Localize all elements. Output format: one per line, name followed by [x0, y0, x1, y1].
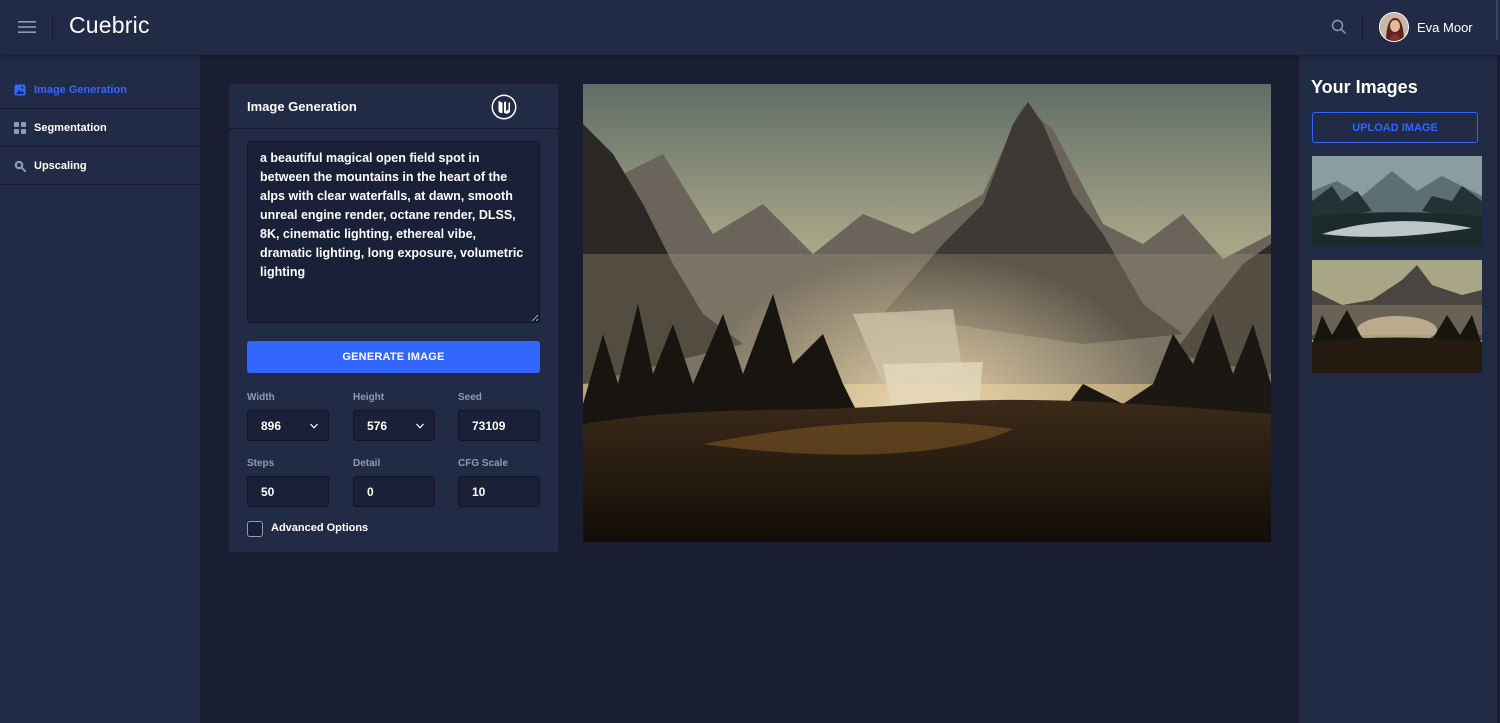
menu-icon[interactable] — [15, 16, 39, 38]
cfg-scale-input[interactable] — [458, 476, 540, 507]
sidebar-item-upscaling[interactable]: Upscaling — [0, 147, 200, 185]
chevron-down-icon — [416, 423, 424, 429]
zoom-icon — [14, 160, 26, 172]
detail-label: Detail — [353, 458, 381, 469]
advanced-options-checkbox[interactable] — [247, 521, 263, 537]
height-label: Height — [353, 392, 385, 403]
seed-label: Seed — [458, 392, 482, 403]
header-divider — [1362, 14, 1363, 40]
image-icon — [14, 84, 26, 96]
width-select[interactable]: 896 — [247, 410, 329, 441]
sidebar: Image Generation Segmentation Upscaling — [0, 55, 200, 723]
gallery-thumbnail[interactable] — [1312, 260, 1482, 373]
sidebar-item-label: Segmentation — [34, 121, 107, 134]
prompt-input[interactable] — [247, 141, 540, 323]
steps-label: Steps — [247, 458, 275, 469]
header-divider — [52, 14, 53, 40]
gallery-thumbnail[interactable] — [1312, 156, 1482, 246]
image-generation-card: Image Generation GENERATE IMAGE Width 89… — [229, 84, 558, 552]
generated-image[interactable] — [583, 84, 1271, 542]
seed-input[interactable] — [458, 410, 540, 441]
chevron-down-icon — [310, 423, 318, 429]
user-name[interactable]: Eva Moor — [1417, 20, 1473, 35]
top-bar: Cuebric Eva Moor — [0, 0, 1500, 55]
generate-image-button[interactable]: GENERATE IMAGE — [247, 341, 540, 373]
search-icon[interactable] — [1330, 18, 1348, 36]
card-title: Image Generation — [247, 99, 357, 114]
sidebar-item-label: Upscaling — [34, 159, 87, 172]
your-images-panel: Your Images UPLOAD IMAGE — [1299, 55, 1497, 723]
steps-input[interactable] — [247, 476, 329, 507]
app-title[interactable]: Cuebric — [69, 12, 150, 39]
your-images-title: Your Images — [1311, 77, 1418, 97]
user-menu[interactable]: Eva Moor — [1379, 11, 1473, 43]
advanced-options-label[interactable]: Advanced Options — [271, 522, 368, 534]
window-edge — [1496, 0, 1498, 40]
cfg-scale-label: CFG Scale — [458, 458, 509, 469]
upload-image-button[interactable]: UPLOAD IMAGE — [1312, 112, 1478, 143]
width-value: 896 — [261, 418, 282, 433]
height-select[interactable]: 576 — [353, 410, 435, 441]
width-label: Width — [247, 392, 275, 403]
grid-icon — [14, 121, 26, 134]
sidebar-item-label: Image Generation — [34, 83, 127, 96]
sidebar-item-image-generation[interactable]: Image Generation — [0, 71, 200, 109]
sidebar-item-segmentation[interactable]: Segmentation — [0, 109, 200, 147]
unreal-engine-logo — [490, 93, 518, 121]
card-header: Image Generation — [229, 84, 558, 129]
detail-input[interactable] — [353, 476, 435, 507]
avatar[interactable] — [1379, 12, 1409, 42]
height-value: 576 — [367, 418, 388, 433]
